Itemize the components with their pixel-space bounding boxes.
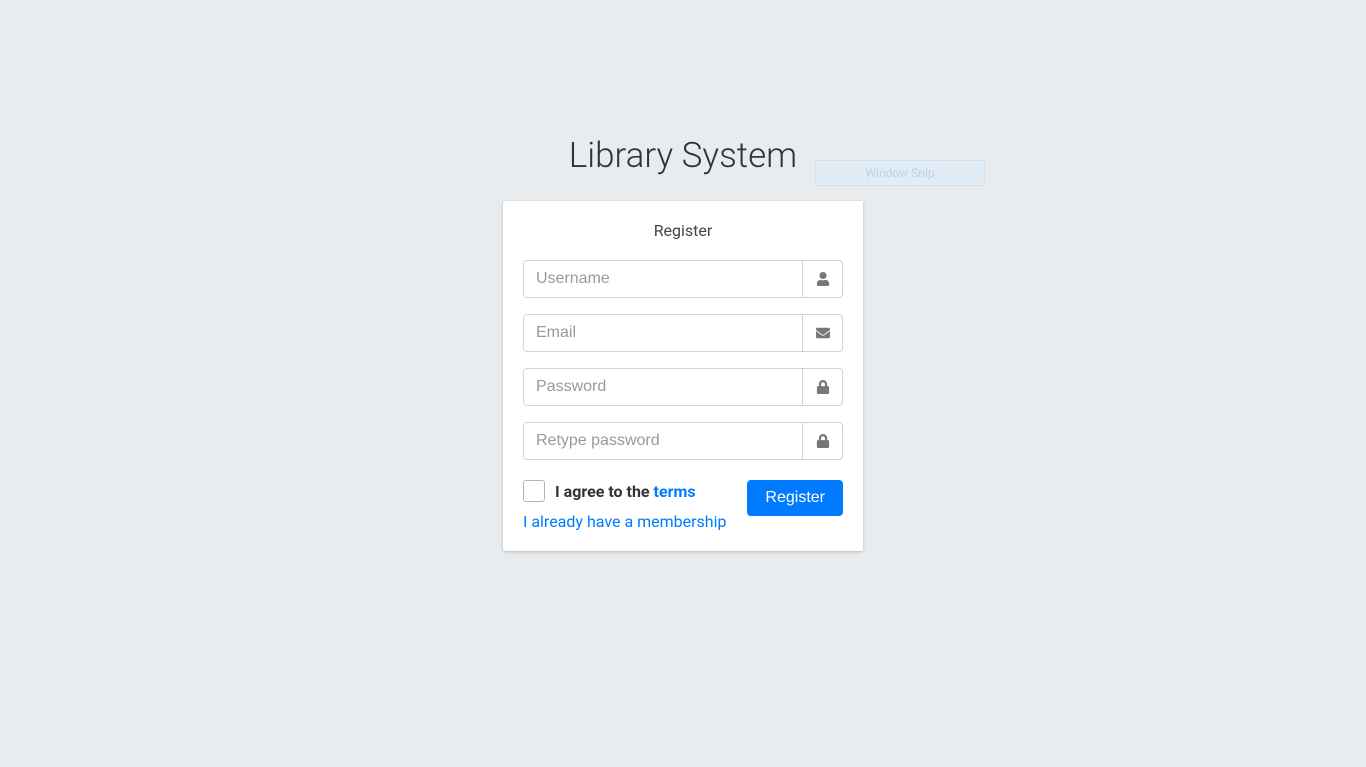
footer-left-column: I agree to the terms I already have a me… bbox=[523, 480, 727, 531]
terms-label-prefix: I agree to the bbox=[555, 482, 654, 501]
card-heading: Register bbox=[523, 221, 843, 240]
terms-link[interactable]: terms bbox=[654, 482, 696, 501]
email-group bbox=[523, 314, 843, 352]
user-icon bbox=[802, 261, 842, 297]
window-snip-overlay: Window Snip bbox=[815, 160, 985, 186]
terms-checkbox-row: I agree to the terms bbox=[523, 480, 727, 502]
register-card: Register I agree to the terms bbox=[503, 201, 863, 551]
lock-icon bbox=[802, 369, 842, 405]
membership-link[interactable]: I already have a membership bbox=[523, 512, 727, 531]
terms-checkbox[interactable] bbox=[523, 480, 545, 502]
register-button[interactable]: Register bbox=[747, 480, 843, 516]
retype-password-input[interactable] bbox=[524, 423, 802, 459]
page-title: Library System bbox=[569, 135, 797, 176]
lock-icon bbox=[802, 423, 842, 459]
terms-label: I agree to the terms bbox=[555, 482, 696, 501]
password-input[interactable] bbox=[524, 369, 802, 405]
username-input[interactable] bbox=[524, 261, 802, 297]
username-group bbox=[523, 260, 843, 298]
email-input[interactable] bbox=[524, 315, 802, 351]
password-group bbox=[523, 368, 843, 406]
retype-password-group bbox=[523, 422, 843, 460]
envelope-icon bbox=[802, 315, 842, 351]
form-footer: I agree to the terms I already have a me… bbox=[523, 480, 843, 531]
